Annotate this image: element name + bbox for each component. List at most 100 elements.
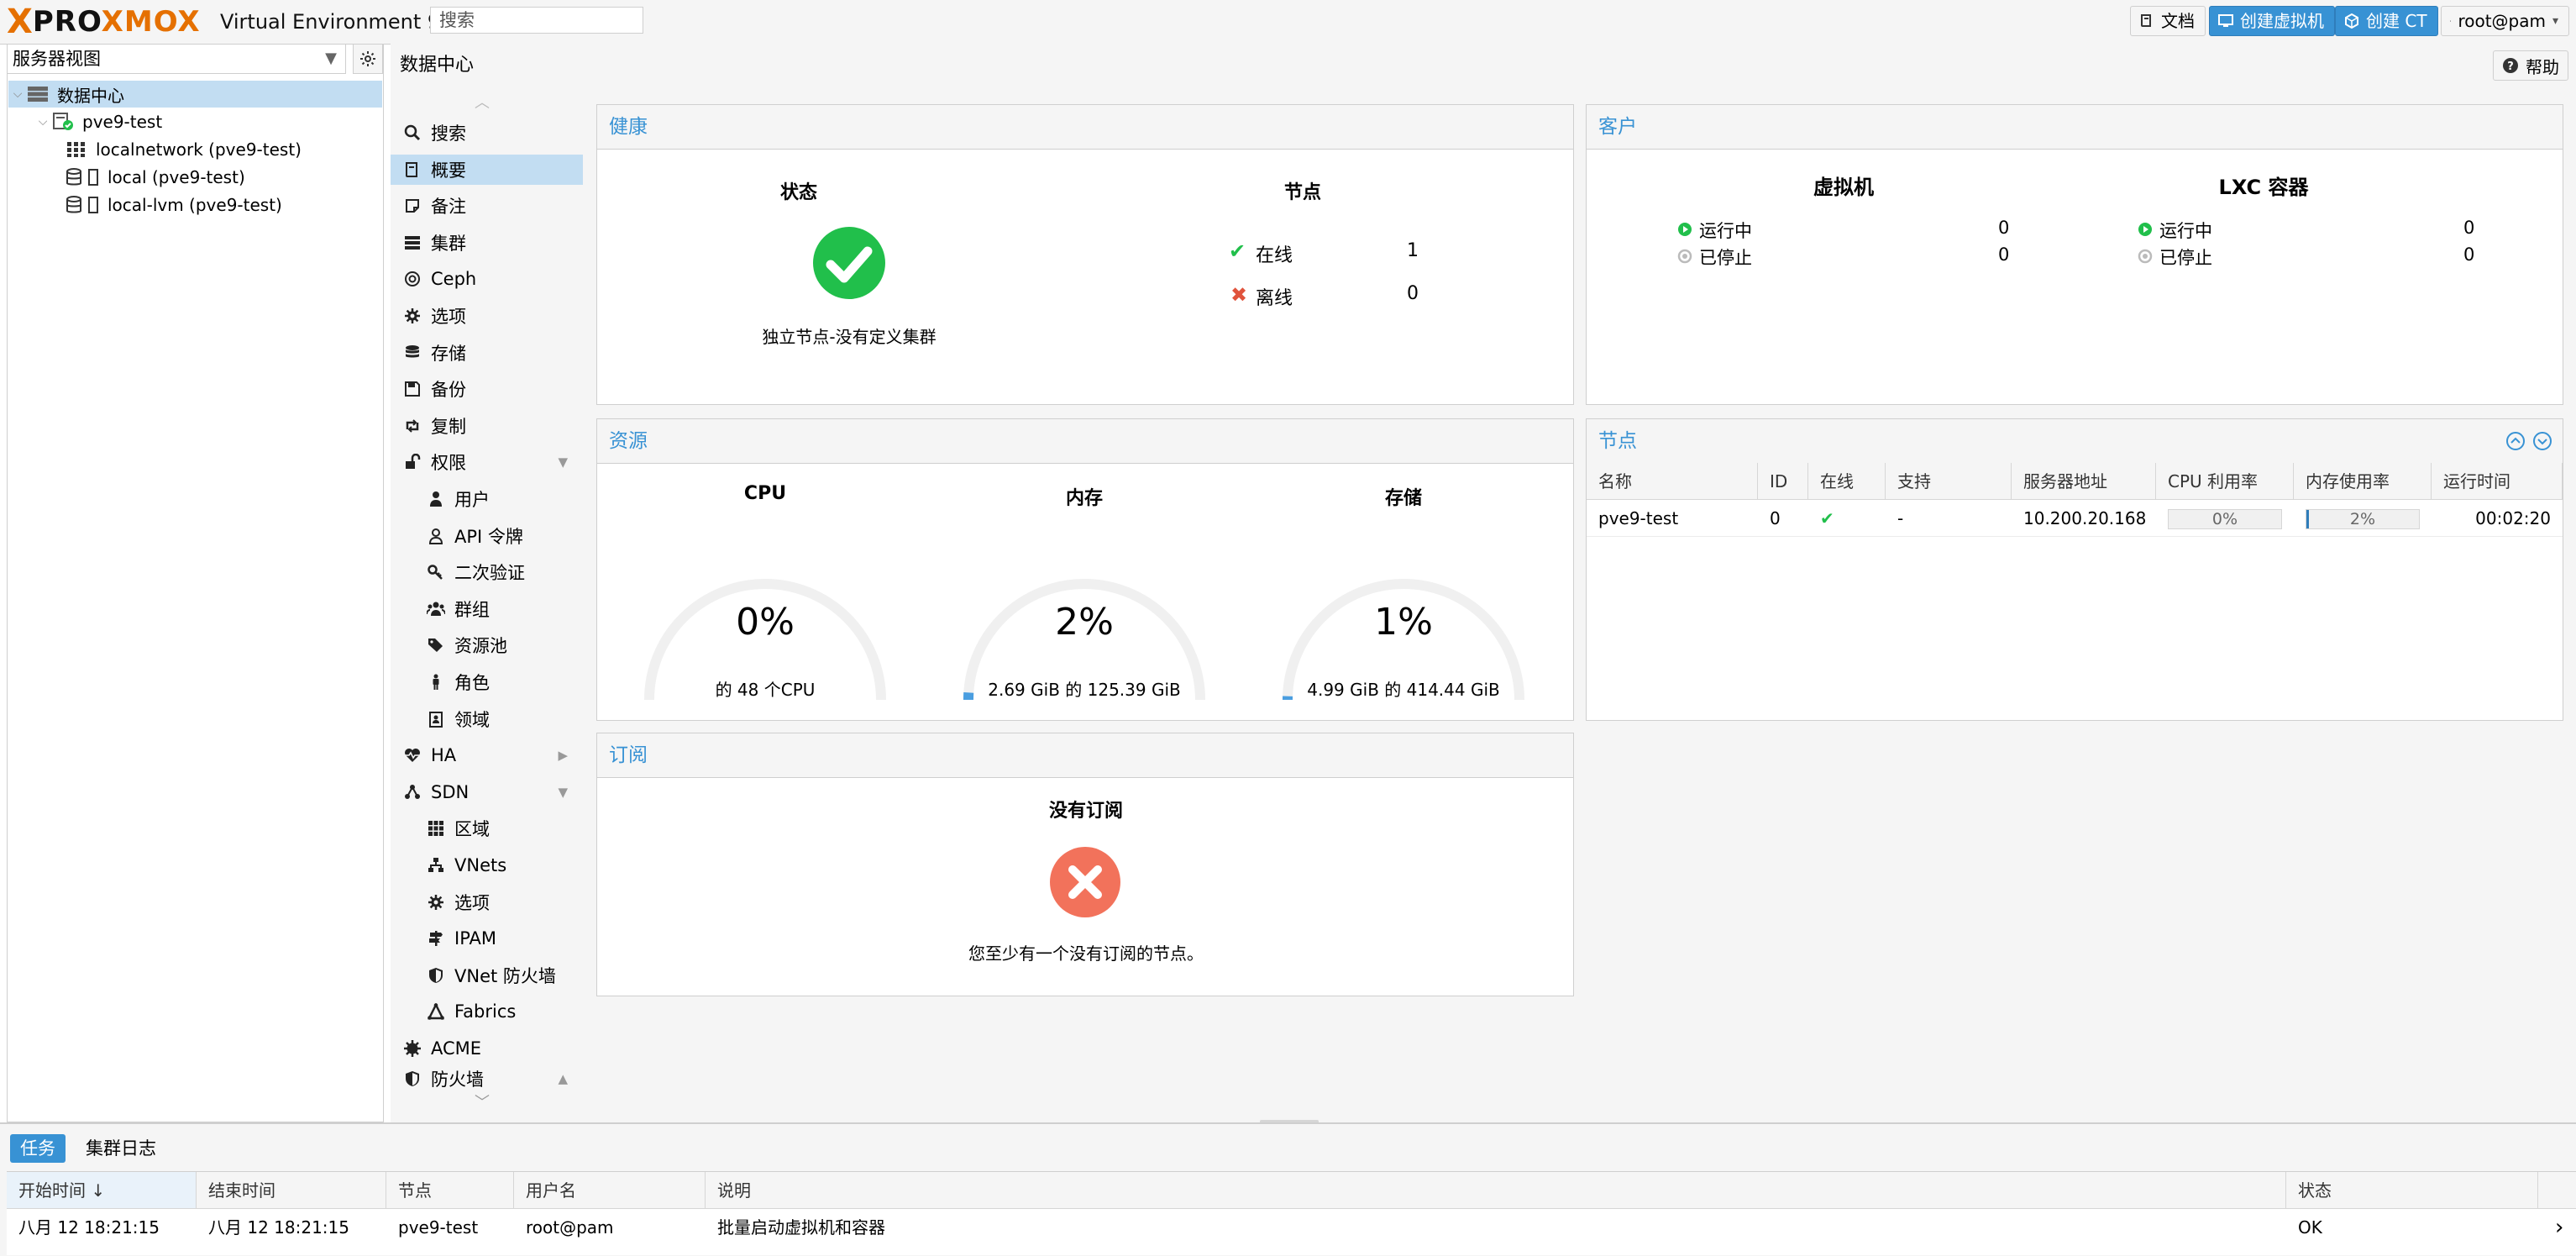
menu-item[interactable]: 概要 — [391, 155, 583, 185]
desktop-icon — [2218, 13, 2233, 29]
menu-item[interactable]: 资源池 — [391, 630, 583, 660]
help-button[interactable]: ? 帮助 — [2493, 50, 2568, 81]
collapse-down-icon[interactable]: ▼ — [558, 455, 568, 470]
view-selector[interactable]: 服务器视图 ▼ — [7, 44, 346, 74]
tree-item-node[interactable]: ⌵ pve9-test — [8, 108, 407, 135]
tree-item-datacenter[interactable]: ⌵ 数据中心 — [8, 81, 382, 108]
chevron-down-icon: ▼ — [325, 45, 337, 73]
tree-item-storage-lvm[interactable]: local-lvm (pve9-test) — [8, 192, 439, 218]
menu-item-label: VNet 防火墙 — [454, 963, 556, 988]
cell-cpu: 0% — [2156, 500, 2294, 537]
menu-item[interactable]: VNet 防火墙 — [391, 960, 583, 991]
page-title: 数据中心 — [400, 50, 474, 81]
menu-item[interactable]: IPAM — [391, 923, 583, 954]
create-vm-button[interactable]: 创建虚拟机 — [2209, 6, 2335, 36]
key-icon — [426, 563, 446, 581]
menu-item[interactable]: 防火墙▲ — [391, 1070, 583, 1087]
error-x-icon — [1049, 846, 1121, 918]
menu-item[interactable]: 备注 — [391, 191, 583, 221]
menu-item[interactable]: API 令牌 — [391, 521, 583, 551]
storage-icon — [66, 196, 99, 214]
menu-item-label: 群组 — [454, 596, 490, 622]
shield-icon — [426, 966, 446, 985]
menu-item[interactable]: 二次验证 — [391, 557, 583, 587]
expand-down-icon[interactable] — [2532, 431, 2552, 456]
node-online-icon — [52, 113, 74, 131]
tree-item-network[interactable]: localnetwork (pve9-test) — [8, 136, 439, 163]
table-row[interactable]: 八月 12 18:21:15八月 12 18:21:15pve9-testroo… — [7, 1172, 2576, 1246]
menu-item[interactable]: 群组 — [391, 594, 583, 624]
menu-item[interactable]: 复制 — [391, 411, 583, 441]
shield-icon — [402, 1070, 422, 1087]
gear-icon — [426, 893, 446, 912]
menu-scroll-up-icon[interactable]: ︿ — [475, 91, 490, 113]
menu-item[interactable]: HA ▶ — [391, 740, 583, 770]
menu-item[interactable]: Ceph — [391, 264, 583, 294]
logo-wordmark-part: X — [177, 5, 200, 39]
cluster-status-text: 独立节点-没有定义集群 — [597, 323, 1101, 348]
menu-item[interactable]: ACME — [391, 1033, 583, 1064]
panel-header — [597, 105, 1573, 150]
cell-id: 0 — [1758, 500, 1808, 537]
collapse-up-icon[interactable] — [2505, 431, 2526, 456]
resources-panel: 资源 CPU0%的 48 个CPU内存2%2.69 GiB 的 125.39 G… — [596, 418, 1574, 721]
running-icon — [1677, 221, 1692, 242]
cell-online: ✔ — [1808, 500, 1886, 537]
menu-item[interactable]: 领域 — [391, 704, 583, 734]
certificate-icon — [402, 1039, 422, 1058]
menu-item-label: 搜索 — [431, 120, 466, 145]
chevron-right-icon[interactable]: › — [2543, 1209, 2568, 1246]
table-row[interactable]: pve9-test0✔-10.200.20.1680%2%00:02:20 — [1587, 463, 2563, 537]
cell-address: 10.200.20.168 — [2012, 500, 2156, 537]
collapse-up-icon[interactable]: ▲ — [558, 1071, 568, 1086]
menu-item-label: HA — [431, 745, 456, 765]
expand-right-icon[interactable]: ▶ — [558, 748, 568, 763]
nodes-heading: 节点 — [1284, 177, 1321, 204]
lxc-running-count: 0 — [2463, 218, 2474, 238]
tree-collapse-icon[interactable]: ⌵ — [34, 115, 52, 129]
menu-item[interactable]: 用户 — [391, 484, 583, 514]
create-ct-button[interactable]: 创建 CT — [2335, 6, 2438, 36]
menu-item[interactable]: 存储 — [391, 338, 583, 368]
menu-item[interactable]: 搜索 — [391, 118, 583, 148]
menu-item-label: 角色 — [454, 670, 490, 695]
menu-item[interactable]: 集群 — [391, 228, 583, 258]
menu-item[interactable]: 选项 — [391, 887, 583, 917]
search-input[interactable]: 搜索 — [430, 7, 643, 34]
menu-item[interactable]: 选项 — [391, 301, 583, 331]
cell-end-time: 八月 12 18:21:15 — [197, 1209, 386, 1246]
menu-item[interactable]: 权限▼ — [391, 447, 583, 477]
tab-tasks[interactable]: 任务 — [10, 1134, 66, 1163]
menu-item[interactable]: SDN▼ — [391, 777, 583, 807]
panel-header — [1587, 105, 2563, 150]
proxmox-logo: X PROXMOX — [7, 5, 201, 39]
menu-item-label: 用户 — [454, 486, 490, 512]
tree-collapse-icon[interactable]: ⌵ — [8, 87, 27, 101]
panel-title: 客户 — [1598, 113, 1637, 140]
signpost-icon — [426, 929, 446, 948]
menu-item-label: API 令牌 — [454, 523, 523, 549]
offline-label: 离线 — [1256, 283, 1293, 310]
menu-item[interactable]: VNets — [391, 850, 583, 880]
menu-item[interactable]: 备份 — [391, 374, 583, 404]
user-menu-button[interactable]: root@pam ▾ — [2441, 6, 2569, 36]
menu-item[interactable]: Fabrics — [391, 996, 583, 1027]
menu-item[interactable]: 角色 — [391, 667, 583, 697]
menu-item-label: Ceph — [431, 269, 476, 289]
docs-button[interactable]: 文档 — [2130, 6, 2206, 36]
tab-cluster-log[interactable]: 集群日志 — [76, 1134, 166, 1163]
status-heading-text: 状态 — [780, 177, 817, 204]
user-icon — [426, 490, 446, 508]
view-settings-button[interactable] — [353, 44, 383, 74]
menu-item[interactable]: 区域 — [391, 813, 583, 843]
menu-scroll-down-icon[interactable]: ﹀ — [475, 1090, 490, 1112]
unlock-icon — [402, 453, 422, 471]
menu-item-label: 资源池 — [454, 633, 507, 658]
logo-wordmark: PROXMOX — [33, 5, 201, 39]
tree-item-storage-local[interactable]: local (pve9-test) — [8, 164, 439, 191]
collapse-down-icon[interactable]: ▼ — [558, 785, 568, 800]
log-tabs: 任务 集群日志 — [10, 1134, 166, 1163]
tags-icon — [426, 636, 446, 654]
question-circle-icon: ? — [2502, 57, 2519, 74]
gauge-value: 1% — [1269, 601, 1538, 644]
